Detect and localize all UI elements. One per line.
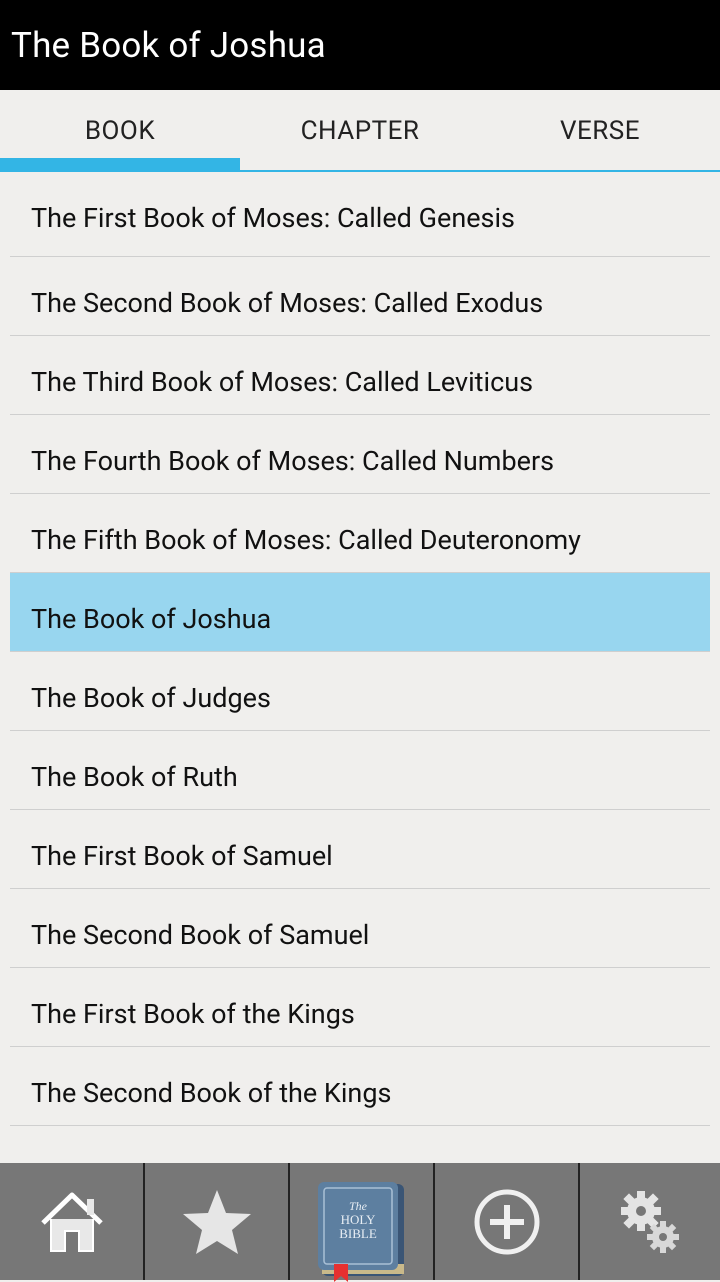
home-icon (40, 1192, 103, 1252)
bible-button[interactable]: The HOLY BIBLE (290, 1163, 433, 1282)
book-list-item[interactable]: The Book of Joshua (10, 573, 710, 652)
book-list-item[interactable]: The Second Book of Moses: Called Exodus (10, 257, 710, 336)
gears-icon (621, 1190, 679, 1253)
book-list-item[interactable]: The Fourth Book of Moses: Called Numbers (10, 415, 710, 494)
book-list-item[interactable]: The First Book of Moses: Called Genesis (10, 172, 710, 257)
book-list-item[interactable]: The First Book of Samuel (10, 810, 710, 889)
bottom-nav-bar: The HOLY BIBLE (0, 1163, 720, 1282)
tab-verse[interactable]: VERSE (480, 90, 720, 172)
settings-button[interactable] (580, 1163, 720, 1280)
book-list-item[interactable]: The Second Book of Samuel (10, 889, 710, 968)
book-list-item[interactable]: The First Book of the Kings (10, 968, 710, 1047)
tab-chapter[interactable]: CHAPTER (240, 90, 480, 172)
book-title: The Second Book of the Kings (31, 1077, 392, 1109)
book-list-item[interactable]: The Book of Ruth (10, 731, 710, 810)
book-list-item[interactable]: The Fifth Book of Moses: Called Deuteron… (10, 494, 710, 573)
home-button[interactable] (0, 1163, 143, 1280)
svg-text:The: The (349, 1199, 368, 1213)
book-list-item[interactable]: The Third Book of Moses: Called Leviticu… (10, 336, 710, 415)
book-list-item[interactable]: The Second Book of the Kings (10, 1047, 710, 1126)
svg-text:BIBLE: BIBLE (339, 1226, 377, 1241)
book-title: The First Book of Moses: Called Genesis (31, 202, 515, 234)
add-button[interactable] (435, 1163, 578, 1280)
page-title: The Book of Joshua (11, 25, 326, 66)
holy-bible-icon: The HOLY BIBLE (317, 1181, 404, 1282)
active-tab-indicator (0, 158, 240, 170)
star-icon (182, 1189, 251, 1254)
book-list[interactable]: The First Book of Moses: Called Genesis T… (10, 172, 710, 1126)
favorites-button[interactable] (145, 1163, 288, 1280)
action-bar: The Book of Joshua (0, 0, 720, 90)
book-list-item[interactable]: The Book of Judges (10, 652, 710, 731)
add-circle-icon (474, 1189, 539, 1254)
svg-text:HOLY: HOLY (340, 1212, 375, 1227)
